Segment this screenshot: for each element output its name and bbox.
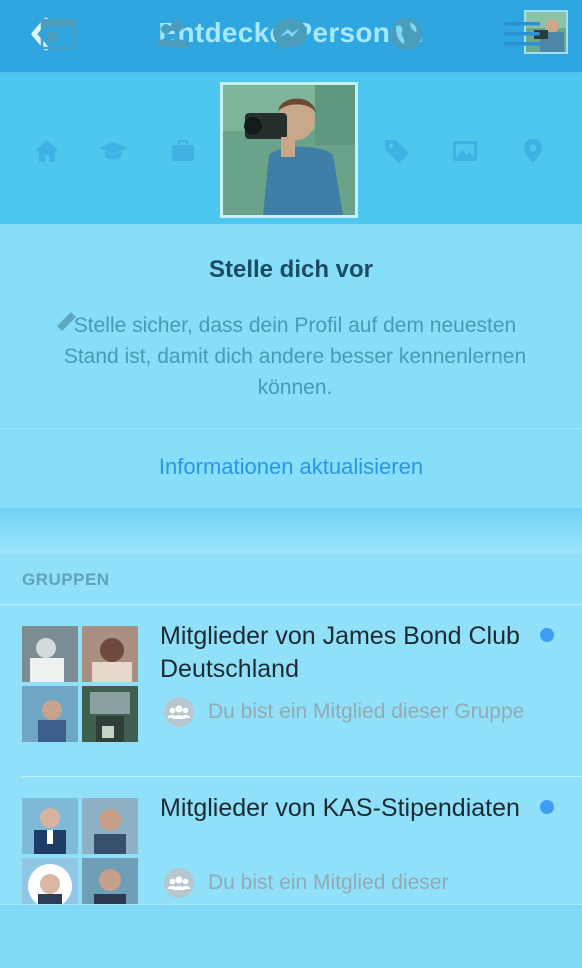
intro-title: Stelle dich vor xyxy=(208,256,374,283)
group-thumbnails xyxy=(22,626,138,742)
member-photo xyxy=(82,798,138,854)
update-info-button[interactable]: Informationen aktualisieren xyxy=(0,454,582,480)
tag-icon[interactable] xyxy=(382,136,412,166)
member-photo xyxy=(22,798,78,854)
section-gap xyxy=(0,508,582,554)
location-icon[interactable] xyxy=(518,136,548,166)
member-photo xyxy=(22,686,78,742)
home-icon[interactable] xyxy=(32,136,62,166)
member-photo xyxy=(82,686,138,742)
group-membership-status: Du bist ein Mitglied dieser Gruppe xyxy=(208,700,525,723)
feed-icon[interactable] xyxy=(38,14,78,54)
photo-icon[interactable] xyxy=(450,136,480,166)
intro-description: Stelle sicher, dass dein Profil auf dem … xyxy=(63,314,527,399)
unread-indicator xyxy=(540,800,554,814)
profile-photo-image xyxy=(223,85,355,215)
globe-icon[interactable] xyxy=(386,14,426,54)
group-thumbnails xyxy=(22,798,138,914)
member-photo xyxy=(82,626,138,682)
unread-indicator xyxy=(540,628,554,642)
member-photo xyxy=(22,626,78,682)
divider xyxy=(0,428,582,429)
education-icon[interactable] xyxy=(98,136,128,166)
group-name: Mitglieder von KAS-Stipendiaten xyxy=(160,794,520,822)
group-name: Mitglieder von James Bond Club Deutschla… xyxy=(160,622,520,683)
group-membership-status: Du bist ein Mitglied dieser xyxy=(208,871,449,894)
friends-icon[interactable] xyxy=(153,14,193,54)
menu-icon[interactable] xyxy=(502,14,542,54)
groups-header: GRUPPEN xyxy=(22,570,110,589)
profile-picture[interactable] xyxy=(220,82,358,218)
work-icon[interactable] xyxy=(168,136,198,166)
tab-bar xyxy=(0,904,582,968)
messenger-icon[interactable] xyxy=(270,14,310,54)
